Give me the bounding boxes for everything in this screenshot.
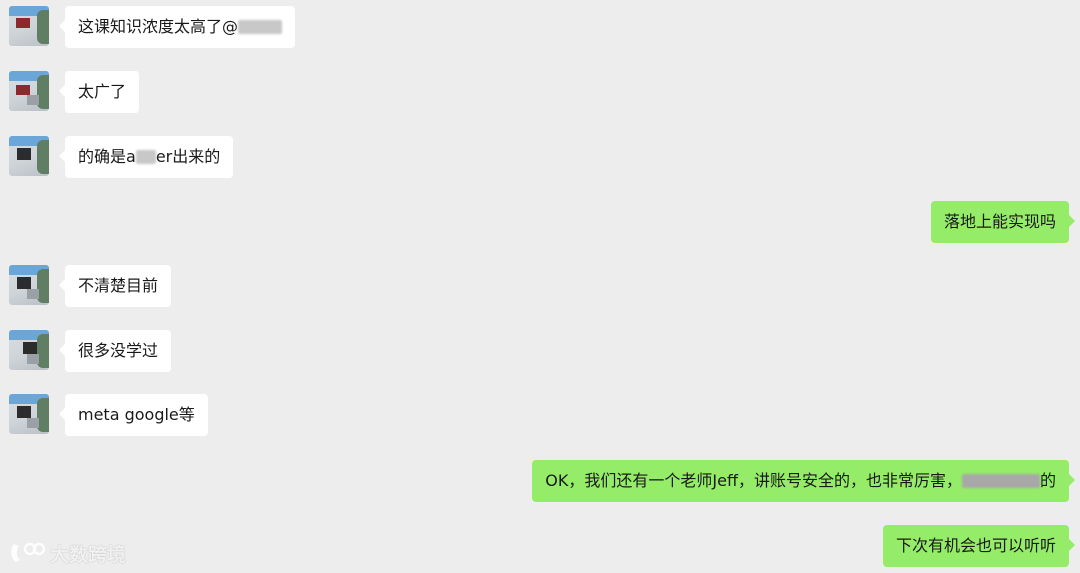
message-bubble-incoming[interactable]: 这课知识浓度太高了@█████ [58,6,296,48]
message-row: 太广了 [0,71,1080,115]
message-text: 不清楚目前 [78,276,159,295]
redacted-mention: █████ [238,19,283,34]
message-bubble-incoming[interactable]: meta google等 [59,394,208,436]
message-text: 的确是a [78,147,136,166]
message-bubble-outgoing[interactable]: OK，我们还有一个老师Jeff，讲账号安全的，也非常厉害，██████的 [532,460,1075,502]
message-row: 的确是a██er出来的 [0,136,1080,180]
watermark: 大数跨境 [8,538,126,568]
brand-logo-icon [8,540,46,566]
message-row: 不清楚目前 [0,265,1080,309]
message-bubble-incoming[interactable]: 太广了 [58,71,140,113]
message-text: 下次有机会也可以听听 [895,536,1056,555]
message-text: 太广了 [78,82,127,101]
avatar[interactable] [9,265,49,305]
message-text: OK，我们还有一个老师Jeff，讲账号安全的，也非常厉害， [545,471,962,490]
message-text: 落地上能实现吗 [943,212,1056,231]
redacted-text: ██ [135,149,156,164]
message-bubble-outgoing[interactable]: 下次有机会也可以听听 [882,525,1076,567]
avatar[interactable] [9,6,49,46]
avatar[interactable] [9,394,49,434]
message-text: meta google等 [78,405,195,424]
message-row: 下次有机会也可以听听 [0,525,1080,569]
message-text: 这课知识浓度太高了@ [78,17,239,36]
message-bubble-outgoing[interactable]: 落地上能实现吗 [930,201,1076,243]
message-bubble-incoming[interactable]: 的确是a██er出来的 [58,136,234,178]
message-bubble-incoming[interactable]: 不清楚目前 [58,265,172,307]
message-text: er出来的 [155,147,221,166]
avatar[interactable] [9,330,49,370]
avatar[interactable] [9,71,49,111]
watermark-text: 大数跨境 [50,543,127,566]
avatar[interactable] [9,136,49,176]
message-text: 很多没学过 [78,341,159,360]
message-row: 落地上能实现吗 [0,201,1080,245]
message-text: 的 [1039,471,1056,490]
message-bubble-incoming[interactable]: 很多没学过 [58,330,172,372]
message-row: OK，我们还有一个老师Jeff，讲账号安全的，也非常厉害，██████的 [0,460,1080,504]
message-row: meta google等 [0,394,1080,438]
message-row: 很多没学过 [0,330,1080,374]
chat-message-list: 这课知识浓度太高了@█████ 太广了 的确是a██er出来的 落地上能实现吗 … [0,0,1080,573]
redacted-text: ██████ [961,473,1040,488]
message-row: 这课知识浓度太高了@█████ [0,6,1080,50]
